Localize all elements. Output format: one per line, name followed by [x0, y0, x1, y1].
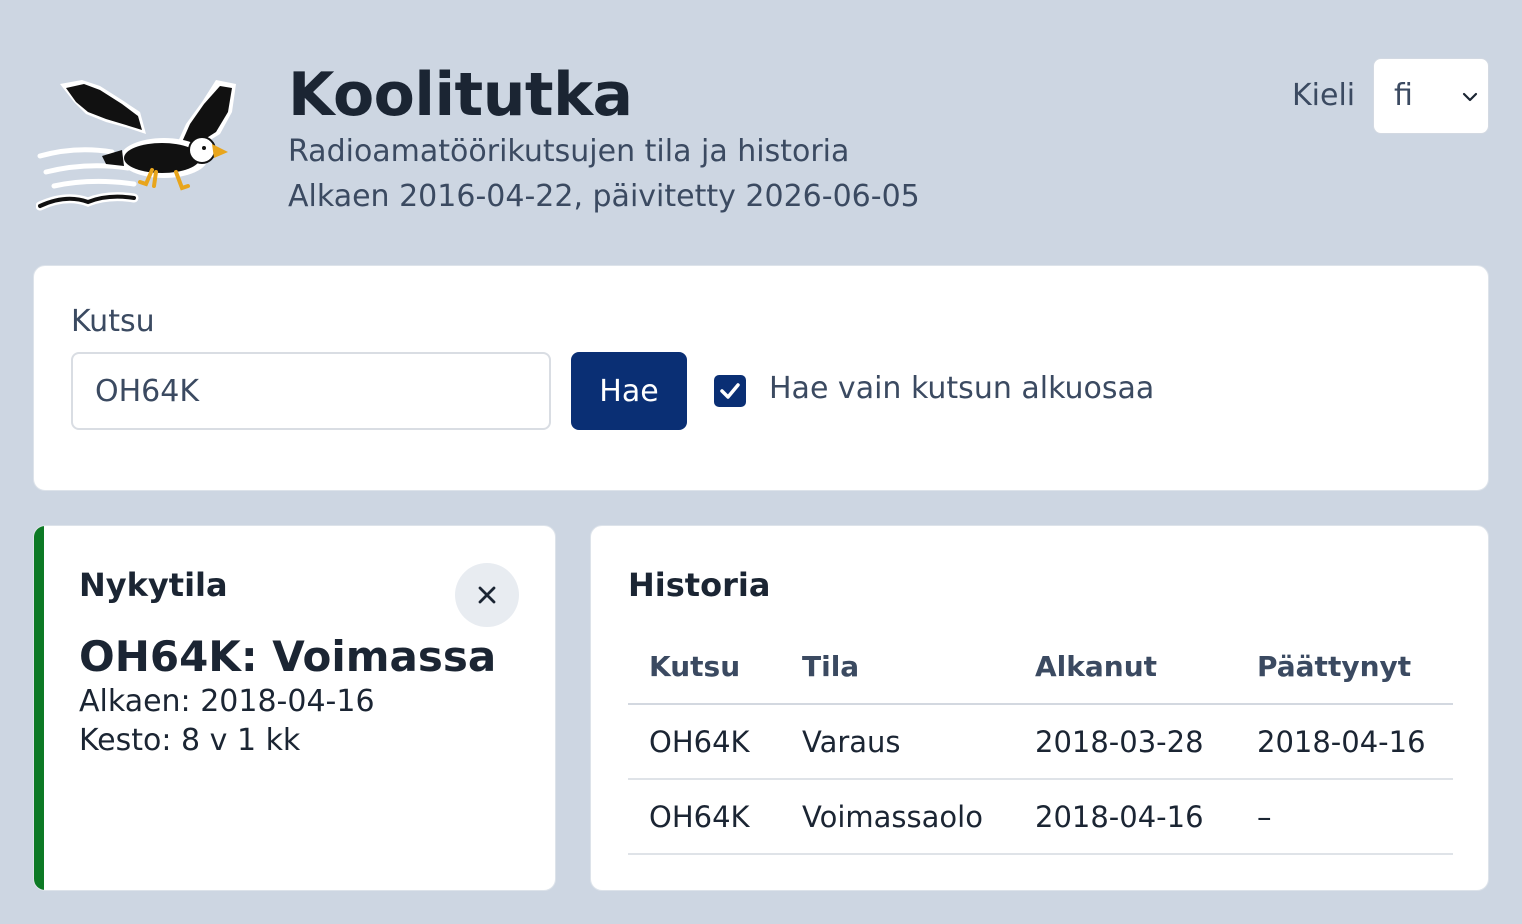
status-heading: Nykytila [79, 566, 228, 604]
column-header-callsign: Kutsu [628, 630, 781, 705]
prefix-only-checkbox[interactable] [714, 375, 746, 407]
callsign-label: Kutsu [71, 304, 155, 339]
table-row: OH64K Voimassaolo 2018-04-16 – [628, 779, 1453, 855]
cell-state: Varaus [781, 704, 1014, 780]
table-row: OH64K Varaus 2018-03-28 2018-04-16 [628, 704, 1453, 780]
page-subtitle: Radioamatöörikutsujen tila ja historia [288, 134, 850, 169]
prefix-only-label[interactable]: Hae vain kutsun alkuosaa [769, 371, 1154, 406]
close-button[interactable] [455, 563, 519, 627]
status-duration: Kesto: 8 v 1 kk [79, 723, 301, 758]
check-icon [720, 383, 740, 399]
language-select[interactable]: fi [1373, 58, 1489, 134]
cell-started: 2018-03-28 [1014, 704, 1236, 780]
column-header-ended: Päättynyt [1236, 630, 1453, 705]
cell-ended: 2018-04-16 [1236, 704, 1453, 780]
cell-callsign: OH64K [628, 779, 781, 855]
history-table: Kutsu Tila Alkanut Päättynyt OH64K Varau… [628, 630, 1453, 855]
data-range-info: Alkaen 2016-04-22, päivitetty 2026-06-05 [288, 179, 920, 214]
language-label: Kieli [1292, 78, 1356, 113]
language-select-value: fi [1394, 78, 1413, 113]
cell-started: 2018-04-16 [1014, 779, 1236, 855]
table-header-row: Kutsu Tila Alkanut Päättynyt [628, 630, 1453, 705]
current-status-card: Nykytila OH64K: Voimassa Alkaen: 2018-04… [33, 525, 556, 891]
page-header: Koolitutka Radioamatöörikutsujen tila ja… [0, 0, 1522, 240]
cell-state: Voimassaolo [781, 779, 1014, 855]
status-accent-bar [34, 526, 44, 890]
history-card: Historia Kutsu Tila Alkanut Päättynyt OH… [590, 525, 1489, 891]
history-heading: Historia [628, 566, 771, 604]
column-header-state: Tila [781, 630, 1014, 705]
eagle-logo-icon [35, 72, 242, 216]
page-title: Koolitutka [288, 60, 633, 130]
close-icon [478, 586, 496, 604]
cell-ended: – [1236, 779, 1453, 855]
status-since: Alkaen: 2018-04-16 [79, 684, 375, 719]
search-button[interactable]: Hae [571, 352, 687, 430]
column-header-started: Alkanut [1014, 630, 1236, 705]
search-card: Kutsu Hae Hae vain kutsun alkuosaa [33, 265, 1489, 491]
callsign-input[interactable] [71, 352, 551, 430]
cell-callsign: OH64K [628, 704, 781, 780]
chevron-down-icon [1462, 92, 1478, 102]
status-main-text: OH64K: Voimassa [79, 632, 497, 681]
